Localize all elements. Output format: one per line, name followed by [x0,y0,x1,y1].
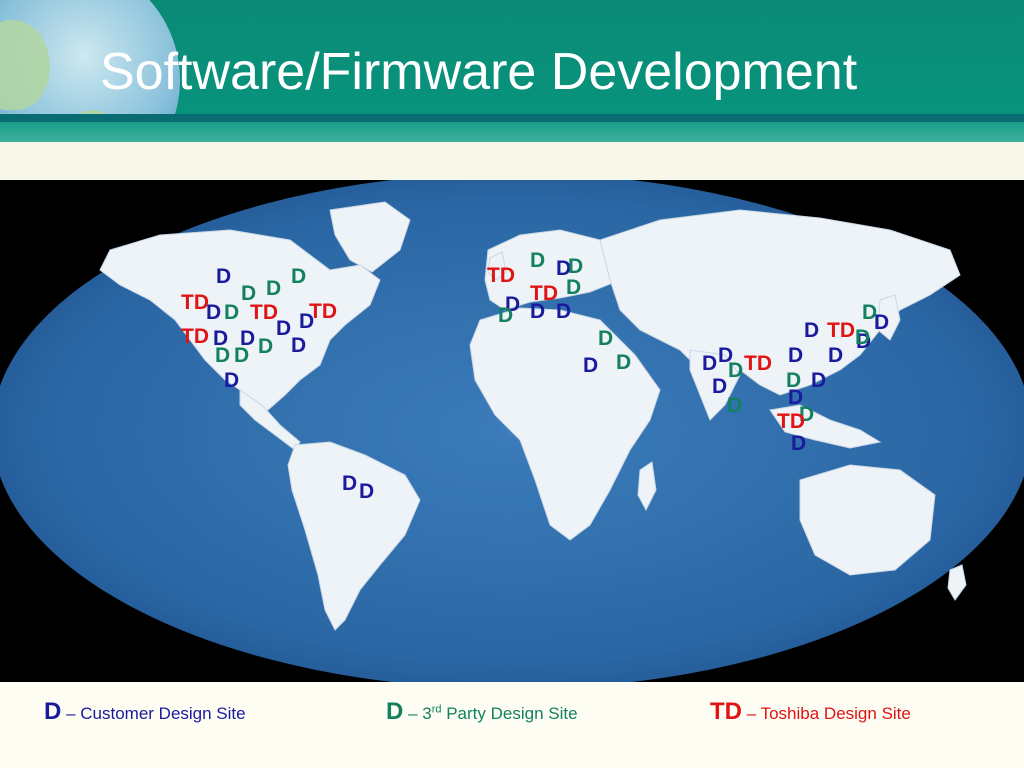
header-band [0,142,1024,180]
customer-design-site-marker: D [291,334,307,357]
slide-title: Software/Firmware Development [100,43,858,101]
customer-design-site-marker: D [788,344,804,367]
third-party-design-site-marker: D [215,344,231,367]
third-party-design-site-marker: D [728,359,744,382]
toshiba-design-site-marker: TD [827,319,855,342]
customer-design-site-marker: D [804,319,820,342]
legend-third-party-code: D [386,698,404,725]
legend-toshiba-code: TD [710,698,742,725]
world-map: D D D D TD D D TD TD D D TD D D D D D D D D D D TD D TD D D D D D D D D D… [0,180,1024,682]
third-party-design-site-marker: D [224,301,240,324]
customer-design-site-marker: D [276,317,292,340]
customer-design-site-marker: D [874,311,890,334]
legend-toshiba-label: – Toshiba Design Site [746,704,911,723]
customer-design-site-marker: D [702,352,718,375]
customer-design-site-marker: D [206,301,222,324]
toshiba-design-site-marker: TD [487,264,515,287]
toshiba-design-site-marker: TD [250,301,278,324]
third-party-design-site-marker: D [498,304,514,327]
third-party-design-site-marker: D [258,335,274,358]
customer-design-site-marker: D [828,344,844,367]
customer-design-site-marker: D [299,310,315,333]
toshiba-design-site-marker: TD [744,352,772,375]
toshiba-design-site-marker: TD [181,325,209,348]
third-party-design-site-marker: D [568,255,584,278]
customer-design-site-marker: D [224,369,240,392]
legend-third-party-label-prefix: – 3 [408,704,432,723]
third-party-design-site-marker: D [598,327,614,350]
header-band [0,114,1024,122]
customer-design-site-marker: D [216,265,232,288]
third-party-design-site-marker: D [727,394,743,417]
customer-design-site-marker: D [791,432,807,455]
customer-design-site-marker: D [530,300,546,323]
customer-design-site-marker: D [359,480,375,503]
customer-design-site-marker: D [342,472,358,495]
header-band [0,122,1024,142]
customer-design-site-marker: D [712,375,728,398]
new-zealand [947,564,967,601]
customer-design-site-marker: D [583,354,599,377]
world-map-graphic [0,180,1024,682]
toshiba-design-site-marker: TD [777,410,805,433]
legend: D – Customer Design Site D – 3rd Party D… [0,682,1024,768]
legend-customer: D – Customer Design Site [44,698,246,726]
legend-toshiba: TD – Toshiba Design Site [710,698,911,726]
legend-third-party-label-suffix: Party Design Site [441,704,578,723]
third-party-design-site-marker: D [266,277,282,300]
slide-header: Software/Firmware Development [0,0,1024,180]
customer-design-site-marker: D [556,300,572,323]
third-party-design-site-marker: D [566,276,582,299]
toshiba-design-site-marker: TD [181,291,209,314]
legend-third-party: D – 3rd Party Design Site [386,698,578,726]
legend-third-party-label-sup: rd [431,703,442,716]
third-party-design-site-marker: D [291,265,307,288]
legend-customer-label: – Customer Design Site [66,704,246,723]
third-party-design-site-marker: D [234,344,250,367]
legend-customer-code: D [44,698,62,725]
third-party-design-site-marker: D [616,351,632,374]
customer-design-site-marker: D [811,369,827,392]
third-party-design-site-marker: D [855,326,871,349]
third-party-design-site-marker: D [530,249,546,272]
